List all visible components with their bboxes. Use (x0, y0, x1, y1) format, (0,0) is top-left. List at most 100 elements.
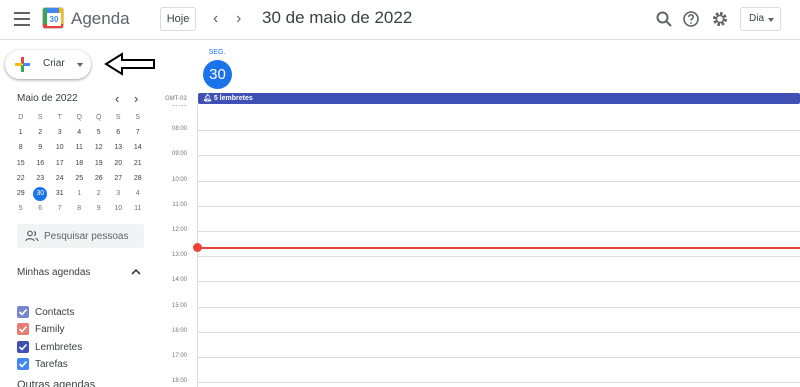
day-number: 27 (114, 174, 123, 182)
day-number: 16 (36, 159, 45, 167)
mini-calendar-day[interactable]: 17 (50, 156, 70, 171)
hour-label: 13:00 (171, 252, 187, 258)
mini-calendar-day[interactable]: 28 (128, 171, 148, 186)
weekday-header: D (18, 114, 24, 121)
gear-icon[interactable] (711, 10, 729, 28)
mini-calendar-day[interactable]: 1 (70, 186, 90, 201)
hour-line (198, 357, 800, 358)
hour-label: 16:00 (171, 328, 187, 334)
mini-calendar-day[interactable]: 4 (128, 186, 148, 201)
checkbox[interactable] (17, 323, 29, 335)
bell-icon: 🔔︎ (203, 95, 212, 102)
top-header: 30 Agenda Hoje ‹ › 30 de maio de 2022 Di… (0, 0, 800, 40)
mini-calendar-day[interactable]: 23 (31, 171, 51, 186)
mini-calendar-day[interactable]: 9 (31, 140, 51, 155)
day-number: 26 (94, 174, 103, 182)
checkbox[interactable] (17, 306, 29, 318)
hour-line (198, 256, 800, 257)
checkbox[interactable] (17, 341, 29, 353)
check-icon (18, 325, 28, 333)
people-icon (25, 230, 39, 242)
mini-calendar-day[interactable]: 18 (70, 156, 90, 171)
view-select[interactable]: Dia (740, 7, 781, 31)
day-number: 28 (133, 174, 142, 182)
menu-icon[interactable] (14, 12, 30, 26)
chevron-up-icon[interactable] (131, 268, 141, 275)
hour-label: 08:00 (171, 126, 187, 132)
mini-calendar-today[interactable]: 30 (31, 186, 51, 201)
create-button[interactable]: Criar (5, 50, 91, 79)
mini-calendar-day[interactable]: 7 (50, 201, 70, 216)
mini-calendar-day[interactable]: 14 (128, 140, 148, 155)
mini-calendar-day[interactable]: 26 (89, 171, 109, 186)
hour-label: 18:00 (171, 378, 187, 384)
mini-calendar-day[interactable]: 10 (50, 140, 70, 155)
mini-calendar-day[interactable]: 8 (70, 201, 90, 216)
mini-calendar-day[interactable]: 7 (128, 125, 148, 140)
mini-calendar-day[interactable]: 2 (31, 125, 51, 140)
day-number: 4 (77, 129, 82, 137)
mini-calendar-day[interactable]: 11 (70, 140, 90, 155)
mini-calendar-day[interactable]: 22 (11, 171, 31, 186)
reminders-chip[interactable]: 🔔︎ 5 lembretes (198, 93, 800, 104)
people-search-input[interactable]: Pesquisar pessoas (17, 224, 144, 248)
chevron-left-icon[interactable]: ‹ (115, 91, 119, 106)
day-number: 6 (116, 129, 121, 137)
mini-calendar-day[interactable]: 8 (11, 140, 31, 155)
mini-calendar-day[interactable]: 11 (128, 201, 148, 216)
mini-calendar-day[interactable]: 12 (89, 140, 109, 155)
day-number: 4 (135, 189, 140, 197)
mini-calendar-day[interactable]: 24 (50, 171, 70, 186)
chevron-left-icon[interactable]: ‹ (213, 9, 218, 29)
hour-line (198, 382, 800, 383)
mini-calendar-day[interactable]: 3 (109, 186, 129, 201)
calendar-item-label: Family (35, 323, 65, 335)
mini-calendar-day[interactable]: 10 (109, 201, 129, 216)
day-number: 18 (75, 159, 84, 167)
calendar-item-label: Lembretes (35, 341, 83, 353)
checkbox[interactable] (17, 358, 29, 370)
mini-calendar-day[interactable]: 27 (109, 171, 129, 186)
hour-line (198, 231, 800, 232)
calendar-item[interactable]: Contacts (17, 305, 74, 319)
mini-calendar-day[interactable]: 1 (11, 125, 31, 140)
mini-calendar-day[interactable]: 3 (50, 125, 70, 140)
mini-calendar-day[interactable]: 5 (11, 201, 31, 216)
day-number: 10 (55, 144, 64, 152)
mini-calendar-day[interactable]: 9 (89, 201, 109, 216)
day-number[interactable]: 30 (203, 60, 232, 89)
day-number: 23 (36, 174, 45, 182)
help-icon[interactable] (682, 10, 700, 28)
my-calendars-title: Minhas agendas (17, 267, 91, 278)
day-number: 30 (33, 186, 48, 201)
calendar-item[interactable]: Family (17, 322, 64, 336)
mini-calendar-day[interactable]: 19 (89, 156, 109, 171)
today-button[interactable]: Hoje (160, 7, 196, 31)
mini-calendar-day[interactable]: 31 (50, 186, 70, 201)
mini-calendar-day[interactable]: 20 (109, 156, 129, 171)
calendar-item[interactable]: Tarefas (17, 357, 68, 371)
mini-calendar-day[interactable]: 13 (109, 140, 129, 155)
search-icon[interactable] (655, 10, 673, 28)
day-number: 10 (114, 205, 123, 213)
mini-calendar-day[interactable]: 6 (31, 201, 51, 216)
mini-calendar-day[interactable]: 2 (89, 186, 109, 201)
calendar-logo: 30 (42, 7, 64, 29)
day-number: 31 (55, 189, 64, 197)
mini-calendar-day[interactable]: 4 (70, 125, 90, 140)
mini-calendar-day[interactable]: 6 (109, 125, 129, 140)
day-number: 3 (57, 129, 62, 137)
day-grid[interactable] (197, 105, 800, 387)
timezone-label: GMT-03 (165, 96, 187, 102)
hour-label: 07:00 (171, 102, 187, 108)
chevron-right-icon[interactable]: › (236, 9, 241, 29)
mini-calendar-day[interactable]: 5 (89, 125, 109, 140)
mini-calendar-day[interactable]: 29 (11, 186, 31, 201)
mini-calendar-day[interactable]: 15 (11, 156, 31, 171)
mini-calendar-day[interactable]: 21 (128, 156, 148, 171)
mini-calendar-day[interactable]: 25 (70, 171, 90, 186)
calendar-item[interactable]: Lembretes (17, 340, 82, 354)
people-search-label: Pesquisar pessoas (44, 231, 129, 242)
mini-calendar-day[interactable]: 16 (31, 156, 51, 171)
chevron-right-icon[interactable]: › (134, 91, 138, 106)
